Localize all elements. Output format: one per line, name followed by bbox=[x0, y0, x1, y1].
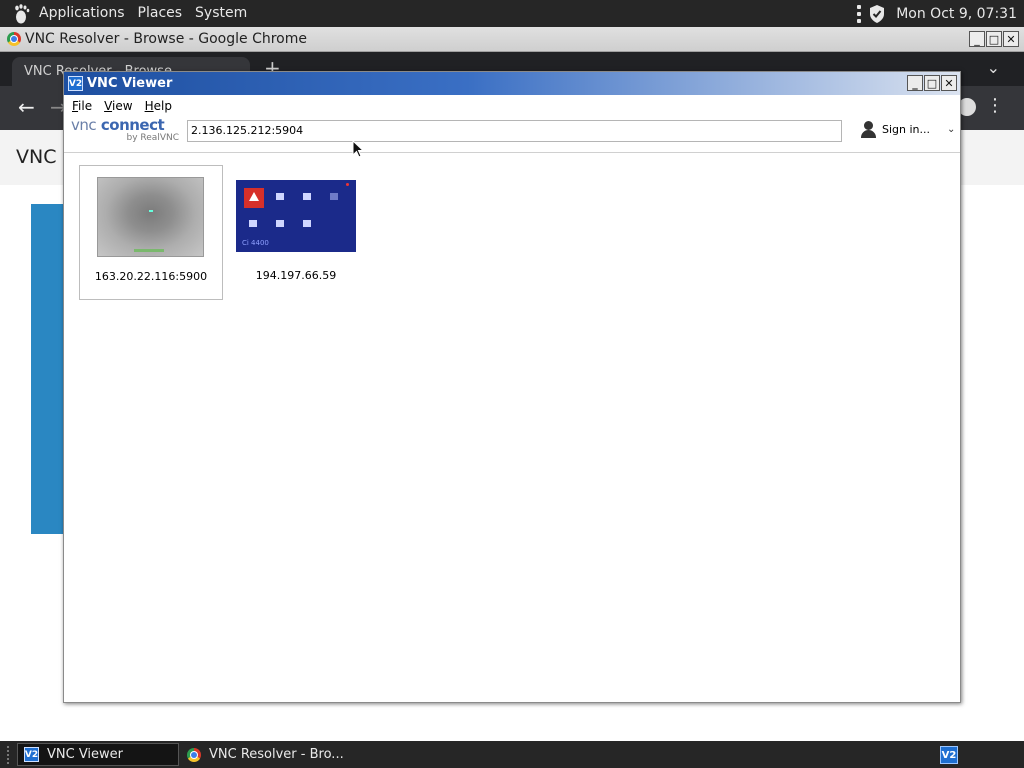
connection-label: 194.197.66.59 bbox=[255, 269, 337, 282]
gnome-foot-icon[interactable] bbox=[9, 3, 31, 25]
chrome-icon bbox=[7, 32, 21, 46]
panel-menu-bar: Applications Places System bbox=[0, 0, 256, 27]
vnc-toolbar: vnc connect by RealVNC 2.136.125.212:590… bbox=[64, 116, 960, 153]
connection-thumbnail bbox=[97, 177, 204, 257]
warning-icon bbox=[244, 188, 264, 208]
chrome-icon bbox=[187, 747, 201, 762]
clock[interactable]: Mon Oct 9, 07:31 bbox=[896, 6, 1017, 22]
places-menu[interactable]: Places bbox=[134, 0, 192, 27]
vnc-connect-logo: vnc connect by RealVNC bbox=[71, 117, 179, 144]
chevron-down-icon: ⌄ bbox=[947, 124, 956, 135]
maximize-button[interactable]: □ bbox=[986, 31, 1002, 47]
sign-in-button[interactable]: Sign in... ⌄ bbox=[860, 121, 955, 138]
system-menu[interactable]: System bbox=[191, 0, 256, 27]
vnc-window-title: VNC Viewer bbox=[87, 76, 173, 91]
top-panel: Applications Places System Mon Oct 9, 07… bbox=[0, 0, 1024, 27]
maximize-button[interactable]: □ bbox=[924, 75, 940, 91]
connections-area: 163.20.22.116:5900 Ci 4400 194.197.66.59 bbox=[64, 153, 960, 702]
user-icon bbox=[860, 121, 877, 138]
tab-search-button[interactable]: ⌄ bbox=[987, 58, 1000, 77]
mouse-pointer-icon bbox=[352, 140, 364, 158]
file-menu[interactable]: File bbox=[72, 99, 92, 113]
vnc-icon: V2 bbox=[24, 747, 39, 762]
minimize-button[interactable]: _ bbox=[969, 31, 985, 47]
view-menu[interactable]: View bbox=[104, 99, 132, 113]
vnc-window-controls: _ □ ✕ bbox=[907, 75, 957, 91]
panel-overflow-icon[interactable] bbox=[856, 4, 862, 23]
taskbar-item-label: VNC Viewer bbox=[47, 747, 124, 762]
chrome-title-bar[interactable]: VNC Resolver - Browse - Google Chrome _ … bbox=[0, 27, 1024, 52]
minimize-button[interactable]: _ bbox=[907, 75, 923, 91]
connection-label: 163.20.22.116:5900 bbox=[94, 270, 208, 283]
close-button[interactable]: ✕ bbox=[1003, 31, 1019, 47]
panel-tray: Mon Oct 9, 07:31 bbox=[856, 0, 1017, 27]
taskbar-handle bbox=[7, 745, 15, 764]
close-button[interactable]: ✕ bbox=[941, 75, 957, 91]
chrome-window-controls: _ □ ✕ bbox=[969, 31, 1019, 47]
chrome-menu-button[interactable]: ⋮ bbox=[986, 95, 1004, 116]
back-button[interactable]: ← bbox=[18, 95, 35, 119]
bottom-taskbar: V2 VNC Viewer VNC Resolver - Bro... V2 bbox=[0, 741, 1024, 768]
logo-text-vnc: vnc bbox=[71, 116, 97, 134]
shield-icon[interactable] bbox=[868, 4, 886, 24]
connection-tile[interactable]: 163.20.22.116:5900 bbox=[79, 165, 223, 300]
taskbar-item-chrome[interactable]: VNC Resolver - Bro... bbox=[181, 743, 350, 766]
help-menu[interactable]: Help bbox=[145, 99, 172, 113]
vnc-viewer-window: V2 VNC Viewer _ □ ✕ File View Help vnc c… bbox=[63, 71, 961, 703]
address-input[interactable]: 2.136.125.212:5904 bbox=[187, 120, 842, 142]
taskbar-item-label: VNC Resolver - Bro... bbox=[209, 747, 344, 762]
sign-in-label: Sign in... bbox=[882, 123, 931, 136]
applications-menu[interactable]: Applications bbox=[35, 0, 134, 27]
thumbnail-caption: Ci 4400 bbox=[242, 239, 269, 247]
vnc-menu-bar: File View Help bbox=[64, 95, 960, 116]
vnc-app-icon: V2 bbox=[68, 76, 83, 91]
connection-tile[interactable]: Ci 4400 194.197.66.59 bbox=[224, 165, 368, 300]
logo-text-connect: connect bbox=[100, 116, 165, 134]
chrome-window-title: VNC Resolver - Browse - Google Chrome bbox=[25, 31, 308, 47]
vnc-title-bar[interactable]: V2 VNC Viewer _ □ ✕ bbox=[64, 72, 960, 95]
taskbar-item-vnc-viewer[interactable]: V2 VNC Viewer bbox=[17, 743, 179, 766]
connection-thumbnail: Ci 4400 bbox=[236, 180, 356, 252]
vnc-tray-icon[interactable]: V2 bbox=[940, 746, 958, 764]
logo-byline: by RealVNC bbox=[126, 133, 179, 143]
